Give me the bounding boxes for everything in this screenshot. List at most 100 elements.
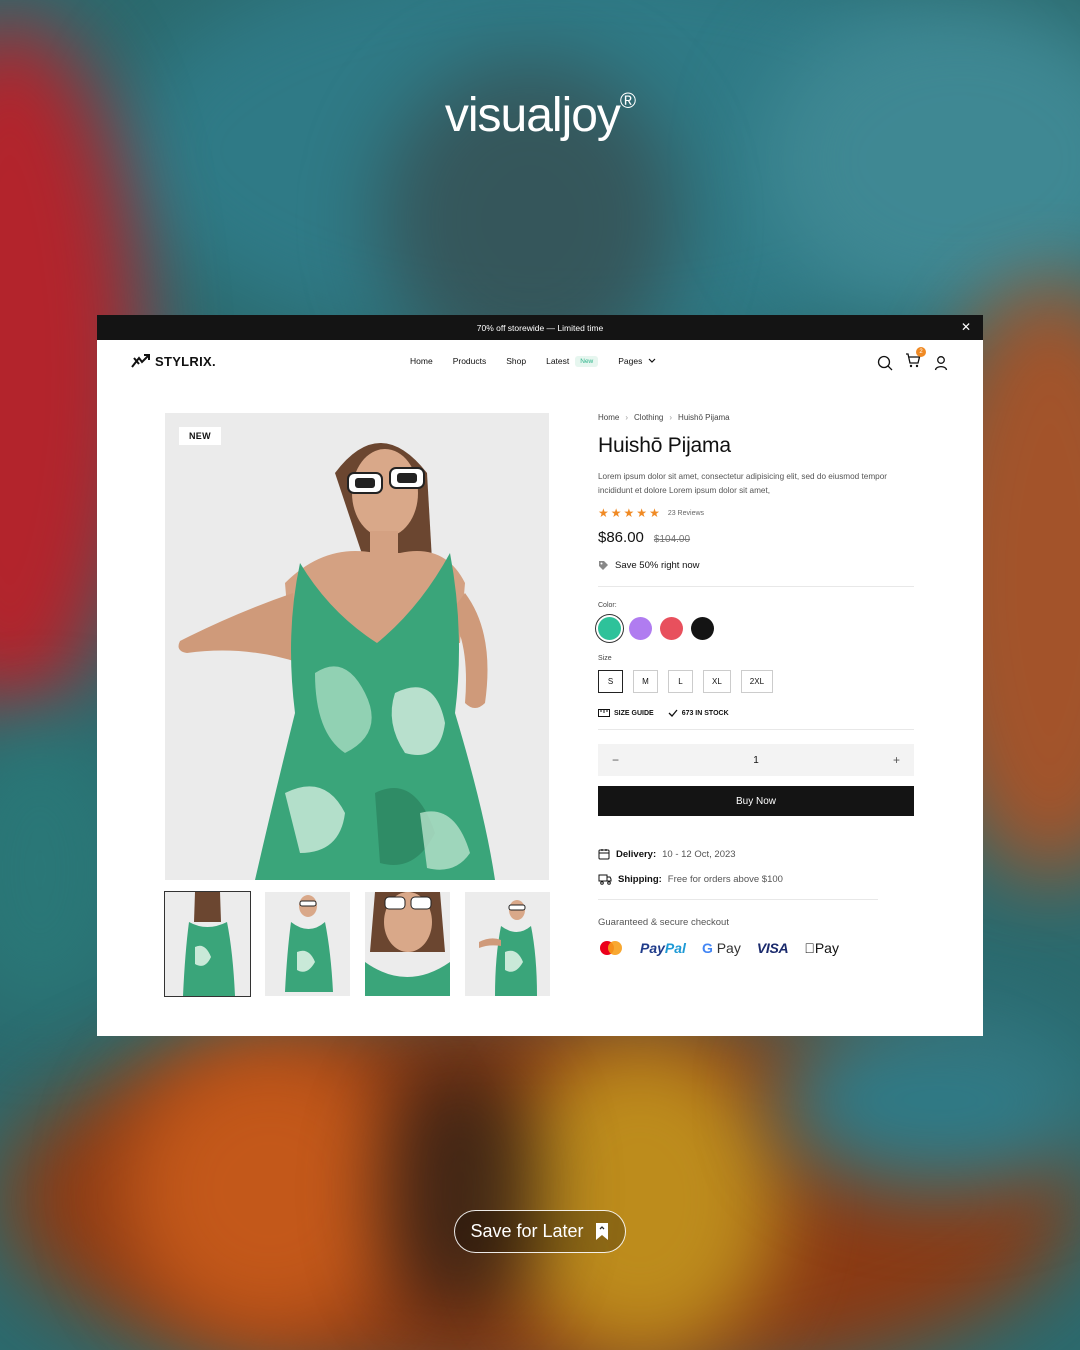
shipping-label: Shipping: (618, 874, 662, 885)
quantity-value[interactable]: 1 (753, 755, 759, 766)
thumbnail-strip (164, 891, 550, 997)
paypal-logo: PayPal (640, 940, 686, 956)
size-option-l[interactable]: L (668, 670, 693, 693)
secure-checkout-text: Guaranteed & secure checkout (598, 917, 729, 928)
delivery-info: Delivery: 10 - 12 Oct, 2023 (598, 848, 914, 860)
logo-text: STYLRIX. (155, 353, 216, 369)
check-icon (668, 709, 678, 717)
color-swatches (598, 617, 914, 640)
thumbnail-2[interactable] (265, 892, 350, 996)
breadcrumb-current: Huishō Pijama (678, 413, 730, 422)
nav-latest[interactable]: Latest New (546, 355, 599, 367)
promo-bar: 70% off storewide — Limited time ✕ (97, 315, 983, 340)
chevron-right-icon: › (669, 413, 673, 422)
close-icon[interactable]: ✕ (959, 320, 973, 334)
new-badge: New (575, 355, 599, 367)
save-for-later-button[interactable]: Save for Later (454, 1210, 626, 1253)
tag-icon (599, 561, 608, 570)
star-icon: ★ (623, 506, 635, 520)
breadcrumb-clothing[interactable]: Clothing (634, 413, 663, 422)
breadcrumb: Home › Clothing › Huishō Pijama (598, 413, 914, 422)
star-icon: ★ (649, 506, 660, 520)
nav-pages[interactable]: Pages (618, 356, 656, 366)
apple-pay-logo: Pay (804, 940, 839, 956)
star-icon: ★ (636, 506, 648, 520)
size-option-2xl[interactable]: 2XL (740, 670, 774, 693)
color-swatch-black[interactable] (691, 617, 714, 640)
model-in-green-dress-illustration (165, 413, 549, 880)
cart-count-badge: 2 (916, 347, 926, 357)
shipping-info: Shipping: Free for orders above $100 (598, 874, 914, 885)
increase-quantity-button[interactable]: + (893, 753, 900, 767)
original-price: $104.00 (653, 534, 691, 545)
thumbnail-3[interactable] (365, 892, 450, 996)
thumbnail-1[interactable] (164, 891, 251, 997)
size-option-s[interactable]: S (598, 670, 623, 693)
thumbnail-4[interactable] (465, 892, 550, 996)
product-info: Home › Clothing › Huishō Pijama Huishō P… (598, 413, 914, 956)
mastercard-icon (600, 941, 622, 955)
thumbnail-image (465, 892, 550, 996)
brand-wordmark: visualjoy® (444, 88, 636, 142)
search-icon[interactable] (877, 355, 893, 371)
delivery-value: 10 - 12 Oct, 2023 (662, 848, 736, 860)
save-note: Save 50% right now (598, 560, 914, 571)
star-icon: ★ (610, 506, 622, 520)
size-guide-link[interactable]: SIZE GUIDE (598, 709, 654, 717)
stock-status: 673 IN STOCK (668, 709, 729, 717)
user-icon[interactable] (933, 355, 949, 371)
divider (598, 899, 878, 900)
current-price: $86.00 (598, 529, 644, 546)
visa-logo: VISA (756, 940, 789, 956)
thumbnail-image (265, 892, 350, 996)
save-text: Save 50% right now (615, 560, 700, 571)
thumbnail-image (165, 892, 250, 996)
payment-methods: PayPal G Pay VISA Pay (598, 940, 914, 956)
promo-text: 70% off storewide — Limited time (476, 322, 604, 333)
price-row: $86.00 $104.00 (598, 529, 914, 546)
new-product-tag: NEW (179, 427, 221, 445)
color-swatch-purple[interactable] (629, 617, 652, 640)
calendar-icon (598, 849, 610, 860)
color-label: Color: (598, 602, 617, 609)
google-pay-logo: G Pay (701, 940, 741, 956)
save-for-later-label: Save for Later (470, 1221, 584, 1241)
chevron-down-icon (648, 358, 656, 363)
size-option-xl[interactable]: XL (703, 670, 731, 693)
size-label: Size (598, 655, 612, 662)
ruler-icon (598, 709, 610, 717)
divider (598, 586, 914, 587)
color-swatch-red[interactable] (660, 617, 683, 640)
star-icon: ★ (598, 506, 609, 520)
product-page-window: 70% off storewide — Limited time ✕ STYLR… (97, 315, 983, 1036)
nav-icons: 2 (877, 347, 949, 373)
main-menu: Home Products Shop Latest New Pages (410, 340, 676, 382)
rating: ★ ★ ★ ★ ★ 23 Reviews (598, 507, 914, 519)
shipping-value: Free for orders above $100 (667, 874, 783, 885)
main-product-image[interactable]: NEW (165, 413, 549, 880)
cart-button[interactable]: 2 (905, 347, 926, 373)
review-count[interactable]: 23 Reviews (668, 510, 704, 517)
logo-icon (131, 354, 150, 368)
divider (598, 729, 914, 730)
size-meta: SIZE GUIDE 673 IN STOCK (598, 709, 914, 717)
product-title: Huishō Pijama (598, 434, 731, 457)
chevron-right-icon: › (625, 413, 629, 422)
thumbnail-image (365, 892, 450, 996)
nav-shop[interactable]: Shop (506, 356, 526, 366)
bookmark-icon (595, 1223, 608, 1240)
decrease-quantity-button[interactable]: − (612, 753, 619, 767)
delivery-label: Delivery: (616, 848, 657, 860)
buy-now-button[interactable]: Buy Now (598, 786, 914, 816)
navbar: STYLRIX. Home Products Shop Latest New P… (97, 340, 983, 382)
logo[interactable]: STYLRIX. (131, 354, 216, 369)
quantity-stepper: − 1 + (598, 744, 914, 776)
size-options: S M L XL 2XL (598, 670, 914, 693)
color-swatch-green[interactable] (598, 617, 621, 640)
nav-products[interactable]: Products (453, 356, 487, 366)
size-option-m[interactable]: M (633, 670, 658, 693)
truck-icon (598, 874, 612, 885)
breadcrumb-home[interactable]: Home (598, 413, 619, 422)
nav-home[interactable]: Home (410, 356, 433, 366)
product-description: Lorem ipsum dolor sit amet, consectetur … (598, 472, 887, 495)
